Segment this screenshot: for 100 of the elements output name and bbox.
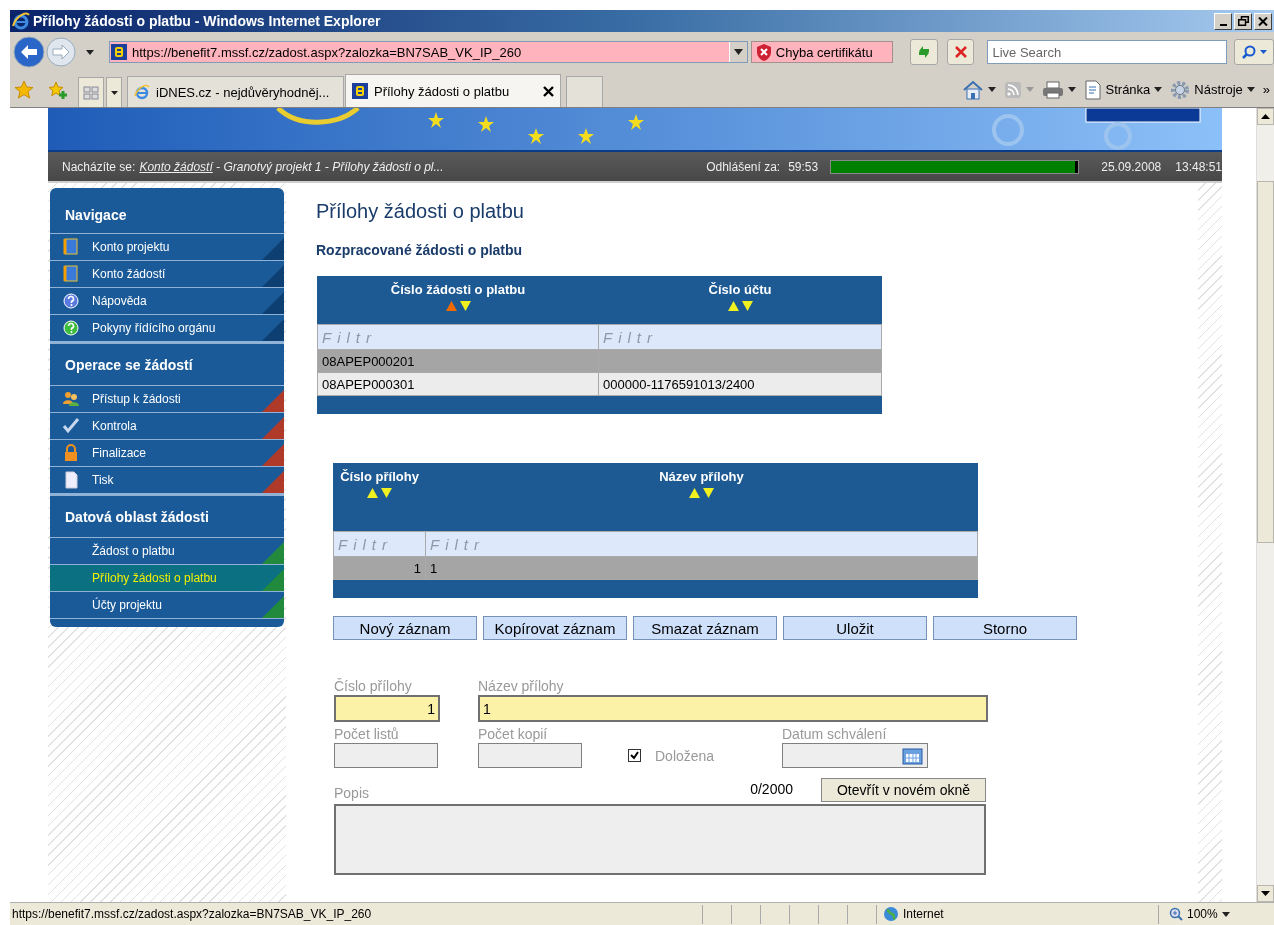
date-field[interactable] xyxy=(782,743,928,768)
sort-descending-icon[interactable] xyxy=(459,301,471,311)
search-field[interactable]: Live Search xyxy=(987,40,1228,64)
certificate-error-button[interactable]: Chyba certifikátu xyxy=(750,41,893,63)
action-button[interactable]: Smazat záznam xyxy=(633,616,777,640)
printer-icon[interactable] xyxy=(1041,80,1064,99)
window-title: Přílohy žádosti o platbu - Windows Internet Explorer xyxy=(33,13,382,29)
browser-logo-icon xyxy=(12,12,30,30)
sidebar-item[interactable]: Přístup k žádosti xyxy=(50,386,284,413)
sort-descending-icon[interactable] xyxy=(381,488,392,498)
stop-button[interactable] xyxy=(946,39,975,65)
column-header[interactable]: Číslo žádosti o platbu xyxy=(317,282,599,298)
sidebar-item[interactable]: Finalizace xyxy=(50,440,284,467)
session-time: 13:48:51 xyxy=(1175,159,1222,174)
column-header[interactable]: Číslo přílohy xyxy=(333,469,426,485)
globe-icon xyxy=(883,906,899,922)
sort-ascending-icon[interactable] xyxy=(727,301,739,311)
zoom-button[interactable]: 100% xyxy=(1158,904,1230,924)
scroll-down-icon[interactable] xyxy=(1261,891,1270,896)
session-date: 25.09.2008 xyxy=(1101,159,1162,174)
checkbox[interactable] xyxy=(628,749,641,762)
caret-icon[interactable] xyxy=(86,49,94,55)
document-icon xyxy=(62,471,80,489)
dropdown-button[interactable] xyxy=(728,42,747,62)
close-icon xyxy=(1258,16,1268,26)
sort-ascending-icon[interactable] xyxy=(367,488,378,498)
column-header[interactable]: Název přílohy xyxy=(425,469,978,485)
scrollbar[interactable] xyxy=(1256,108,1274,902)
sidebar-item[interactable]: Tisk xyxy=(50,467,284,494)
search-icon xyxy=(1241,45,1256,59)
minimize-button[interactable] xyxy=(1214,12,1232,30)
check-icon xyxy=(630,751,639,760)
input-field[interactable]: 1 xyxy=(334,695,440,722)
search-button[interactable] xyxy=(1234,39,1274,65)
notebook-icon xyxy=(62,238,80,256)
filter-field[interactable]: Filtr xyxy=(318,325,598,349)
lock-icon xyxy=(62,444,80,462)
tab-menu-button[interactable] xyxy=(106,77,122,107)
close-button[interactable] xyxy=(1254,12,1272,30)
filter-field[interactable]: Filtr xyxy=(426,532,977,556)
input-field[interactable] xyxy=(478,743,582,768)
browser-tab[interactable]: Přílohy žádosti o platbu xyxy=(345,74,561,107)
sidebar-item[interactable]: Kontrola xyxy=(50,413,284,440)
session-label: Odhlášení za: xyxy=(706,159,781,174)
filter-field[interactable]: Filtr xyxy=(599,325,881,349)
browser-logo-icon xyxy=(134,84,150,100)
column-header[interactable]: Číslo účtu xyxy=(598,282,882,298)
sidebar-heading: Operace se žádostí xyxy=(50,342,284,386)
caret-icon[interactable] xyxy=(987,87,996,92)
refresh-button[interactable] xyxy=(909,39,938,65)
field-label: Počet listů xyxy=(334,726,400,743)
tools-menu[interactable]: Nástroje xyxy=(1170,79,1255,100)
page-icon xyxy=(1083,79,1102,100)
address-url: https://benefit7.mssf.cz/zadost.aspx?zalozka=BN7SAB_VK_IP_260 xyxy=(132,44,523,60)
sidebar-item[interactable]: Pokyny řídícího orgánu xyxy=(50,315,284,342)
page-title: Přílohy žádosti o platbu xyxy=(316,199,525,223)
gear-icon xyxy=(1170,79,1191,100)
home-icon[interactable] xyxy=(961,79,984,100)
description-field[interactable] xyxy=(334,804,986,875)
sort-descending-icon[interactable] xyxy=(741,301,753,311)
security-zone: Internet xyxy=(903,907,944,921)
sidebar-item[interactable]: Přílohy žádosti o platbu xyxy=(50,565,284,592)
table-cell: 08APEP000201 xyxy=(322,353,415,369)
breadcrumb-link[interactable]: Konto žádostí xyxy=(139,159,213,174)
back-button[interactable] xyxy=(13,36,45,68)
sidebar-item[interactable]: Konto projektu xyxy=(50,234,284,261)
browser-tab[interactable]: iDNES.cz - nejdůvěryhodněj... xyxy=(127,76,344,107)
address-field[interactable]: https://benefit7.mssf.cz/zadost.aspx?zalozka=BN7SAB_VK_IP_260 xyxy=(109,41,748,63)
field-label: Číslo přílohy xyxy=(334,678,413,695)
sort-ascending-icon[interactable] xyxy=(689,488,700,498)
star-icon[interactable] xyxy=(14,79,34,100)
minimize-icon xyxy=(1219,23,1227,26)
input-field[interactable]: 1 xyxy=(478,695,988,722)
sidebar-item[interactable]: Konto žádostí xyxy=(50,261,284,288)
action-button[interactable]: Kopírovat záznam xyxy=(483,616,627,640)
more-commands-button[interactable]: » xyxy=(1262,82,1270,97)
close-icon xyxy=(953,45,968,59)
calendar-icon[interactable] xyxy=(902,746,924,765)
filter-field[interactable]: Filtr xyxy=(334,532,425,556)
caret-icon xyxy=(1246,87,1255,92)
page-menu[interactable]: Stránka xyxy=(1083,79,1163,100)
caret-icon[interactable] xyxy=(1067,87,1076,92)
table-cell: 000000-1176591013/2400 xyxy=(603,376,755,392)
caret-icon xyxy=(1154,87,1163,92)
sidebar-heading: Datová oblast žádosti xyxy=(50,494,284,538)
restore-icon xyxy=(1237,16,1249,26)
sidebar-item[interactable]: Účty projektu xyxy=(50,592,284,619)
checkbox-label: Doložena xyxy=(655,747,715,764)
scroll-up-icon[interactable] xyxy=(1261,114,1270,119)
shield-icon xyxy=(755,43,772,61)
open-window-button[interactable]: Otevřít v novém okně xyxy=(821,778,986,802)
close-icon[interactable] xyxy=(543,85,554,97)
action-button[interactable]: Storno xyxy=(933,616,1077,640)
sort-descending-icon[interactable] xyxy=(703,488,714,498)
action-button[interactable]: Uložit xyxy=(783,616,927,640)
action-button[interactable]: Nový záznam xyxy=(333,616,477,640)
breadcrumb-label: Nacházíte se: xyxy=(62,159,136,174)
restore-button[interactable] xyxy=(1234,12,1252,30)
sidebar-item[interactable]: Nápověda xyxy=(50,288,284,315)
input-field[interactable] xyxy=(334,743,438,768)
